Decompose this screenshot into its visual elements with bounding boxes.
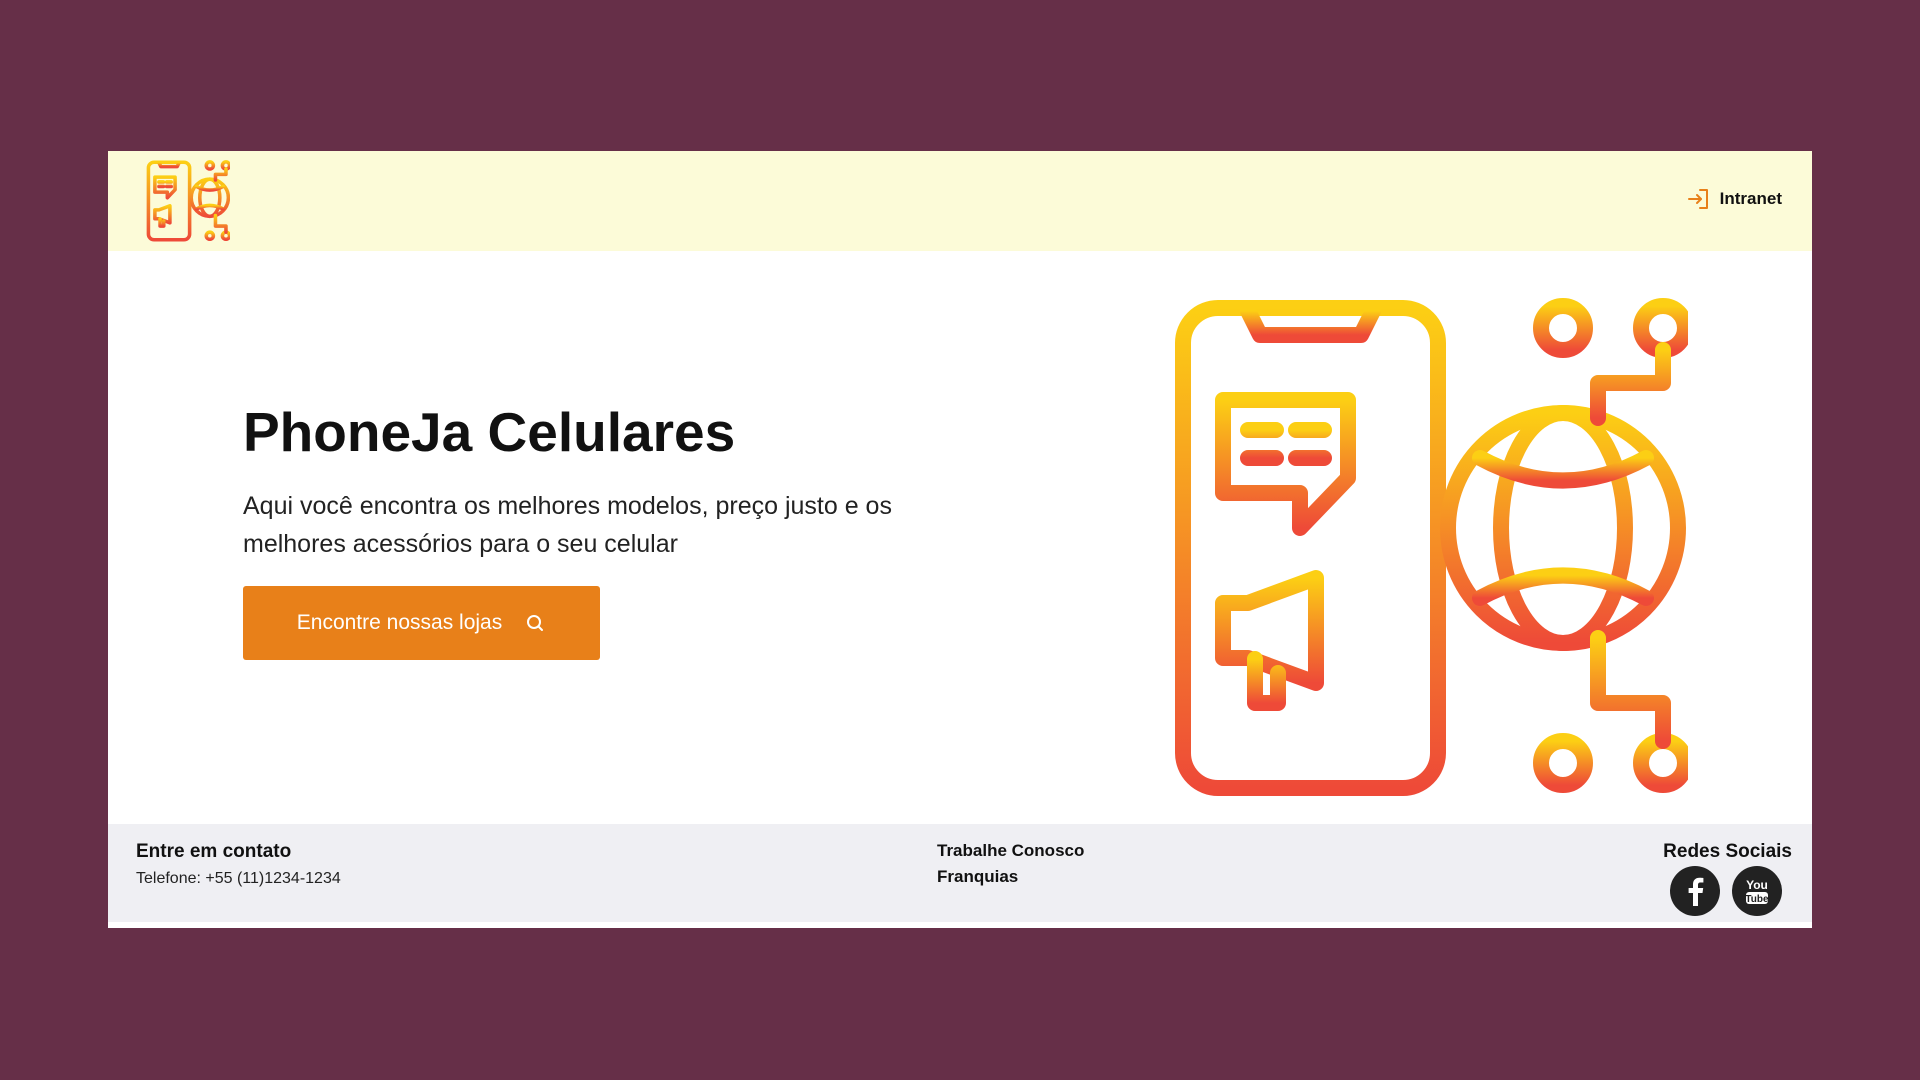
page-title: PhoneJa Celulares xyxy=(243,401,736,463)
svg-text:Tube: Tube xyxy=(1745,894,1769,905)
youtube-icon[interactable]: You Tube xyxy=(1732,866,1782,916)
facebook-icon[interactable] xyxy=(1670,866,1720,916)
social-title: Redes Sociais xyxy=(1663,841,1792,862)
find-stores-label: Encontre nossas lojas xyxy=(296,611,503,634)
search-icon xyxy=(527,615,544,631)
contact-phone: Telefone: +55 (11)1234-1234 xyxy=(136,870,341,887)
footer-link-trabalhe-conosco[interactable]: Trabalhe Conosco xyxy=(937,841,1084,861)
contact-title: Entre em contato xyxy=(136,841,292,862)
footer-links: Trabalhe Conosco Franquias xyxy=(937,841,1084,887)
top-header: Intranet xyxy=(108,151,1812,251)
page-footer: Entre em contato Telefone: +55 (11)1234-… xyxy=(108,824,1812,922)
social-icons: You Tube xyxy=(1670,866,1782,916)
logo-icon[interactable] xyxy=(146,159,230,243)
find-stores-button[interactable]: Encontre nossas lojas xyxy=(243,586,600,660)
intranet-link[interactable]: Intranet xyxy=(1686,186,1782,212)
svg-text:You: You xyxy=(1746,878,1768,892)
hero-subtitle: Aqui você encontra os melhores modelos, … xyxy=(243,492,892,558)
login-arrow-icon xyxy=(1687,189,1708,209)
page-frame: Intranet PhoneJa Celulares Aqui você enc… xyxy=(108,151,1812,928)
phone-globe-illustration-icon xyxy=(1175,298,1688,796)
footer-link-franquias[interactable]: Franquias xyxy=(937,867,1084,887)
intranet-label: Intranet xyxy=(1719,189,1782,208)
